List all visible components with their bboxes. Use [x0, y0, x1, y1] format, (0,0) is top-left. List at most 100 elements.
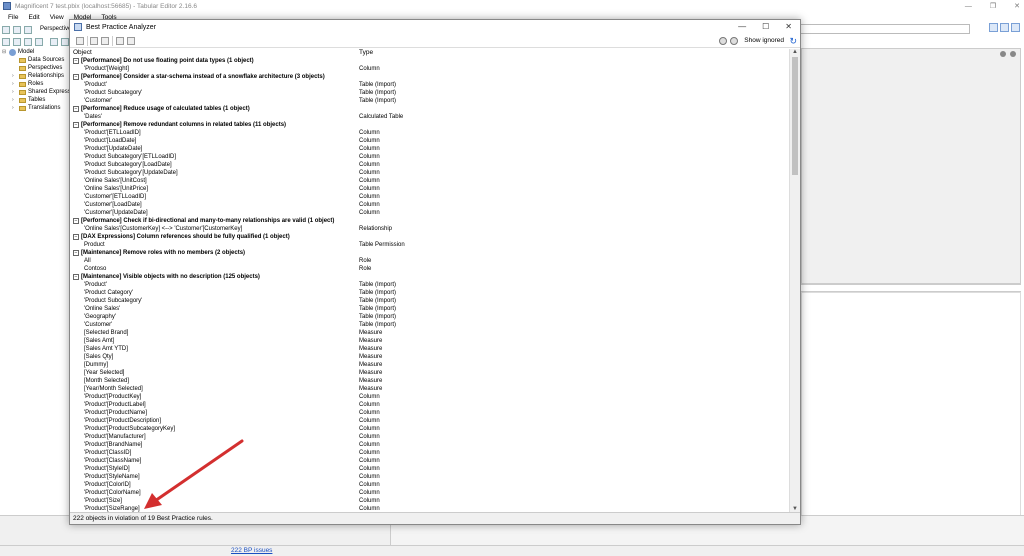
violation-row[interactable]: [Dummy] Measure [70, 361, 788, 369]
column-header-type[interactable]: Type [359, 49, 373, 56]
expand-all-icon[interactable] [76, 37, 84, 45]
maximize-icon[interactable]: ☐ [762, 22, 769, 31]
refresh-icon[interactable]: ↻ [789, 36, 797, 47]
go-to-object-icon[interactable] [90, 37, 98, 45]
violation-row[interactable]: 'Product Subcategory' Table (Import) [70, 89, 788, 97]
violation-row[interactable]: [Year/Month Selected] Measure [70, 385, 788, 393]
violation-row[interactable]: [Selected Brand] Measure [70, 329, 788, 337]
violation-row[interactable]: 'Geography' Table (Import) [70, 313, 788, 321]
back-icon[interactable] [1000, 51, 1006, 57]
save-icon[interactable] [13, 26, 21, 34]
violation-row[interactable]: 'Product' Table (Import) [70, 281, 788, 289]
menu-edit[interactable]: Edit [28, 14, 39, 21]
minimize-icon[interactable]: — [738, 22, 746, 31]
scroll-up-icon[interactable]: ▲ [792, 49, 798, 55]
menu-view[interactable]: View [50, 14, 64, 21]
violation-row[interactable]: 'Product Subcategory'[ETLLoadID] Column [70, 153, 788, 161]
violation-row[interactable]: 'Product'[ETLLoadID] Column [70, 129, 788, 137]
violation-row[interactable]: 'Product'[LoadDate] Column [70, 137, 788, 145]
collapse-icon[interactable]: ⊟ [2, 49, 7, 55]
ignore-rule-icon[interactable] [719, 37, 727, 45]
violation-row[interactable]: [Sales Amt YTD] Measure [70, 345, 788, 353]
collapse-icon[interactable]: − [73, 218, 79, 224]
minimize-icon[interactable]: — [965, 3, 972, 10]
violation-row[interactable]: [Sales Qty] Measure [70, 353, 788, 361]
expand-icon[interactable]: › [12, 73, 17, 79]
violation-row[interactable]: 'Product'[ProductKey] Column [70, 393, 788, 401]
tree-item-perspectives[interactable]: Perspectives [12, 64, 62, 72]
violation-row[interactable]: 'Dates' Calculated Table [70, 113, 788, 121]
collapse-icon[interactable]: − [73, 58, 79, 64]
forward-icon[interactable] [1010, 51, 1016, 57]
violation-row[interactable]: 'Product'[ProductName] Column [70, 409, 788, 417]
tree-item-translations[interactable]: › Translations [12, 104, 60, 112]
menu-file[interactable]: File [8, 14, 18, 21]
violation-row[interactable]: 'Product' Table (Import) [70, 81, 788, 89]
violation-row[interactable]: 'Customer'[UpdateDate] Column [70, 209, 788, 217]
violation-row[interactable]: 'Product Category' Table (Import) [70, 289, 788, 297]
violation-row[interactable]: 'Online Sales'[UnitCost] Column [70, 177, 788, 185]
view-icon[interactable] [989, 23, 998, 32]
rule-group-row[interactable]: − [Performance] Remove redundant columns … [70, 121, 788, 129]
rule-group-row[interactable]: − [DAX Expressions] Column references sho… [70, 233, 788, 241]
column-header-object[interactable]: Object [73, 49, 92, 56]
rule-group-row[interactable]: − [Performance] Check if bi-directional a… [70, 217, 788, 225]
violation-row[interactable]: 'Product'[UpdateDate] Column [70, 145, 788, 153]
violation-row[interactable]: 'Customer'[LoadDate] Column [70, 201, 788, 209]
open-icon[interactable] [2, 26, 10, 34]
violation-row[interactable]: 'Product'[ProductLabel] Column [70, 401, 788, 409]
bpa-issues-link[interactable]: 222 BP issues [231, 547, 272, 554]
rule-group-row[interactable]: − [Maintenance] Visible objects with no d… [70, 273, 788, 281]
column-icon[interactable] [24, 38, 32, 46]
collapse-icon[interactable]: − [73, 122, 79, 128]
maximize-icon[interactable]: ❐ [990, 2, 996, 10]
tree-item-roles[interactable]: › Roles [12, 80, 43, 88]
collapse-icon[interactable]: − [73, 250, 79, 256]
violation-row[interactable]: 'Product'[ProductDescription] Column [70, 417, 788, 425]
show-ignored-icon[interactable] [730, 37, 738, 45]
violation-row[interactable]: 'Product'[ProductSubcategoryKey] Column [70, 425, 788, 433]
tree-item-data-sources[interactable]: Data Sources [12, 56, 64, 64]
rule-group-row[interactable]: − [Maintenance] Remove roles with no memb… [70, 249, 788, 257]
show-ignored-button[interactable]: Show ignored [744, 37, 784, 44]
violation-row[interactable]: 'Product'[Weight] Column [70, 65, 788, 73]
violation-row[interactable]: 'Customer'[ETLLoadID] Column [70, 193, 788, 201]
collapse-icon[interactable]: − [73, 106, 79, 112]
expand-icon[interactable]: › [12, 105, 17, 111]
collapse-icon[interactable]: − [73, 234, 79, 240]
layout-icon[interactable] [1011, 23, 1020, 32]
rule-group-row[interactable]: − [Performance] Consider a star-schema in… [70, 73, 788, 81]
tree-item-relationships[interactable]: › Relationships [12, 72, 64, 80]
rule-group-row[interactable]: − [Performance] Reduce usage of calculate… [70, 105, 788, 113]
sigma-icon[interactable] [2, 38, 10, 46]
violation-row[interactable]: 'Customer' Table (Import) [70, 321, 788, 329]
tree-item-shared-expressions[interactable]: › Shared Expressio [12, 88, 75, 96]
violation-row[interactable]: 'Online Sales'[CustomerKey] <--> 'Custom… [70, 225, 788, 233]
violation-row[interactable]: 'Product Subcategory'[UpdateDate] Column [70, 169, 788, 177]
violation-row[interactable]: 'Online Sales'[UnitPrice] Column [70, 185, 788, 193]
close-icon[interactable]: ✕ [785, 22, 792, 31]
apply-fix-icon[interactable] [127, 37, 135, 45]
hierarchy-icon[interactable] [35, 38, 43, 46]
tree-item-tables[interactable]: › Tables [12, 96, 45, 104]
window-icon[interactable] [50, 38, 58, 46]
filter-icon[interactable] [61, 38, 69, 46]
deploy-icon[interactable] [24, 26, 32, 34]
violation-row[interactable]: [Year Selected] Measure [70, 369, 788, 377]
violation-row[interactable]: 'Product Subcategory' Table (Import) [70, 297, 788, 305]
perspective-dropdown[interactable]: Perspective [40, 26, 71, 32]
violation-row[interactable]: Contoso Role [70, 265, 788, 273]
violation-row[interactable]: [Month Selected] Measure [70, 377, 788, 385]
close-icon[interactable]: ✕ [1014, 2, 1020, 10]
violation-row[interactable]: 'Customer' Table (Import) [70, 97, 788, 105]
violation-row[interactable]: 'Product Subcategory'[LoadDate] Column [70, 161, 788, 169]
table-icon[interactable] [13, 38, 21, 46]
expand-icon[interactable]: › [12, 89, 17, 95]
generate-fix-icon[interactable] [116, 37, 124, 45]
expand-icon[interactable]: › [12, 81, 17, 87]
sort-icon[interactable] [1000, 23, 1009, 32]
ignore-item-icon[interactable] [101, 37, 109, 45]
collapse-icon[interactable]: − [73, 74, 79, 80]
tree-item-model[interactable]: ⊟ Model [2, 48, 34, 56]
collapse-icon[interactable]: − [73, 274, 79, 280]
